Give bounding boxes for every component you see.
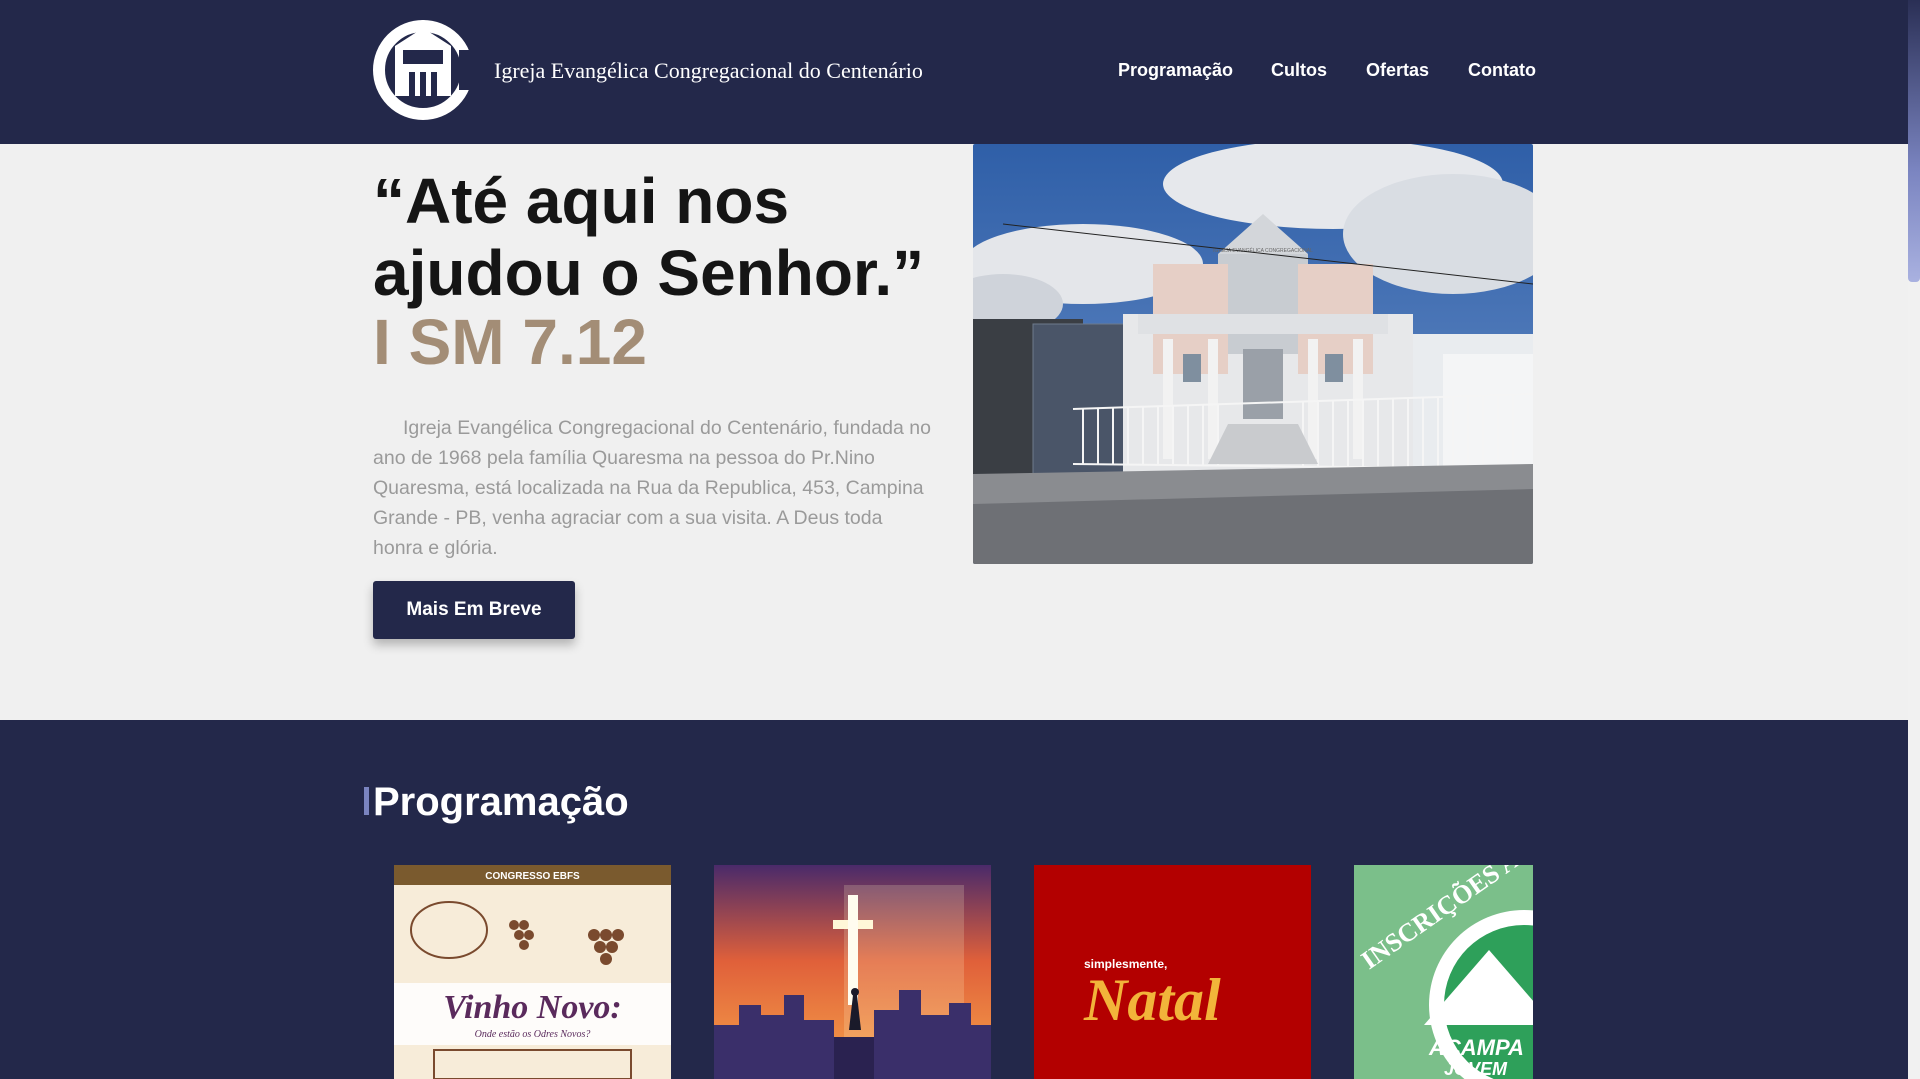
hero-quote: “Até aqui nos ajudou o Senhor.” <box>373 165 925 309</box>
card-4-logo-line1: ACAMPA <box>1428 1035 1524 1060</box>
nav-cultos[interactable]: Cultos <box>1271 60 1327 81</box>
card-1-title: Vinho Novo: <box>443 989 622 1026</box>
event-card-vinho-novo[interactable]: CONGRESSO EBFS Vinho Novo: Onde estão os… <box>394 865 671 1079</box>
hero-description: Igreja Evangélica Congregacional do Cent… <box>373 417 931 559</box>
event-card-acampa-jovem[interactable]: INSCRIÇÕES ABERTAS ACAMPA JOVEM <box>1354 865 1533 1079</box>
card-1-header: CONGRESSO EBFS <box>485 871 580 882</box>
card-3-title: Natal <box>1083 967 1221 1033</box>
section-accent-bar <box>364 787 369 815</box>
church-photo: IGREJA EVANGÉLICA CONGREGACIONAL <box>973 144 1533 564</box>
site-header: Igreja Evangélica Congregacional do Cent… <box>0 0 1908 144</box>
programacao-title: Programação <box>373 780 629 824</box>
hero-section <box>0 144 1908 720</box>
page-scrollbar-thumb[interactable] <box>1908 0 1920 282</box>
church-logo-icon[interactable] <box>373 20 475 120</box>
event-card-natal[interactable]: simplesmente, Natal <box>1034 865 1311 1079</box>
nav-ofertas[interactable]: Ofertas <box>1366 60 1429 81</box>
nav-programacao[interactable]: Programação <box>1118 60 1233 81</box>
event-card-cross[interactable] <box>714 865 991 1079</box>
hero-verse: I SM 7.12 <box>373 306 647 378</box>
card-4-logo-line2: JOVEM <box>1444 1059 1508 1079</box>
more-soon-button[interactable]: Mais Em Breve <box>373 581 575 639</box>
site-title: Igreja Evangélica Congregacional do Cent… <box>494 58 923 83</box>
card-1-subtitle: Onde estão os Odres Novos? <box>475 1029 591 1040</box>
nav-contato[interactable]: Contato <box>1468 60 1536 81</box>
